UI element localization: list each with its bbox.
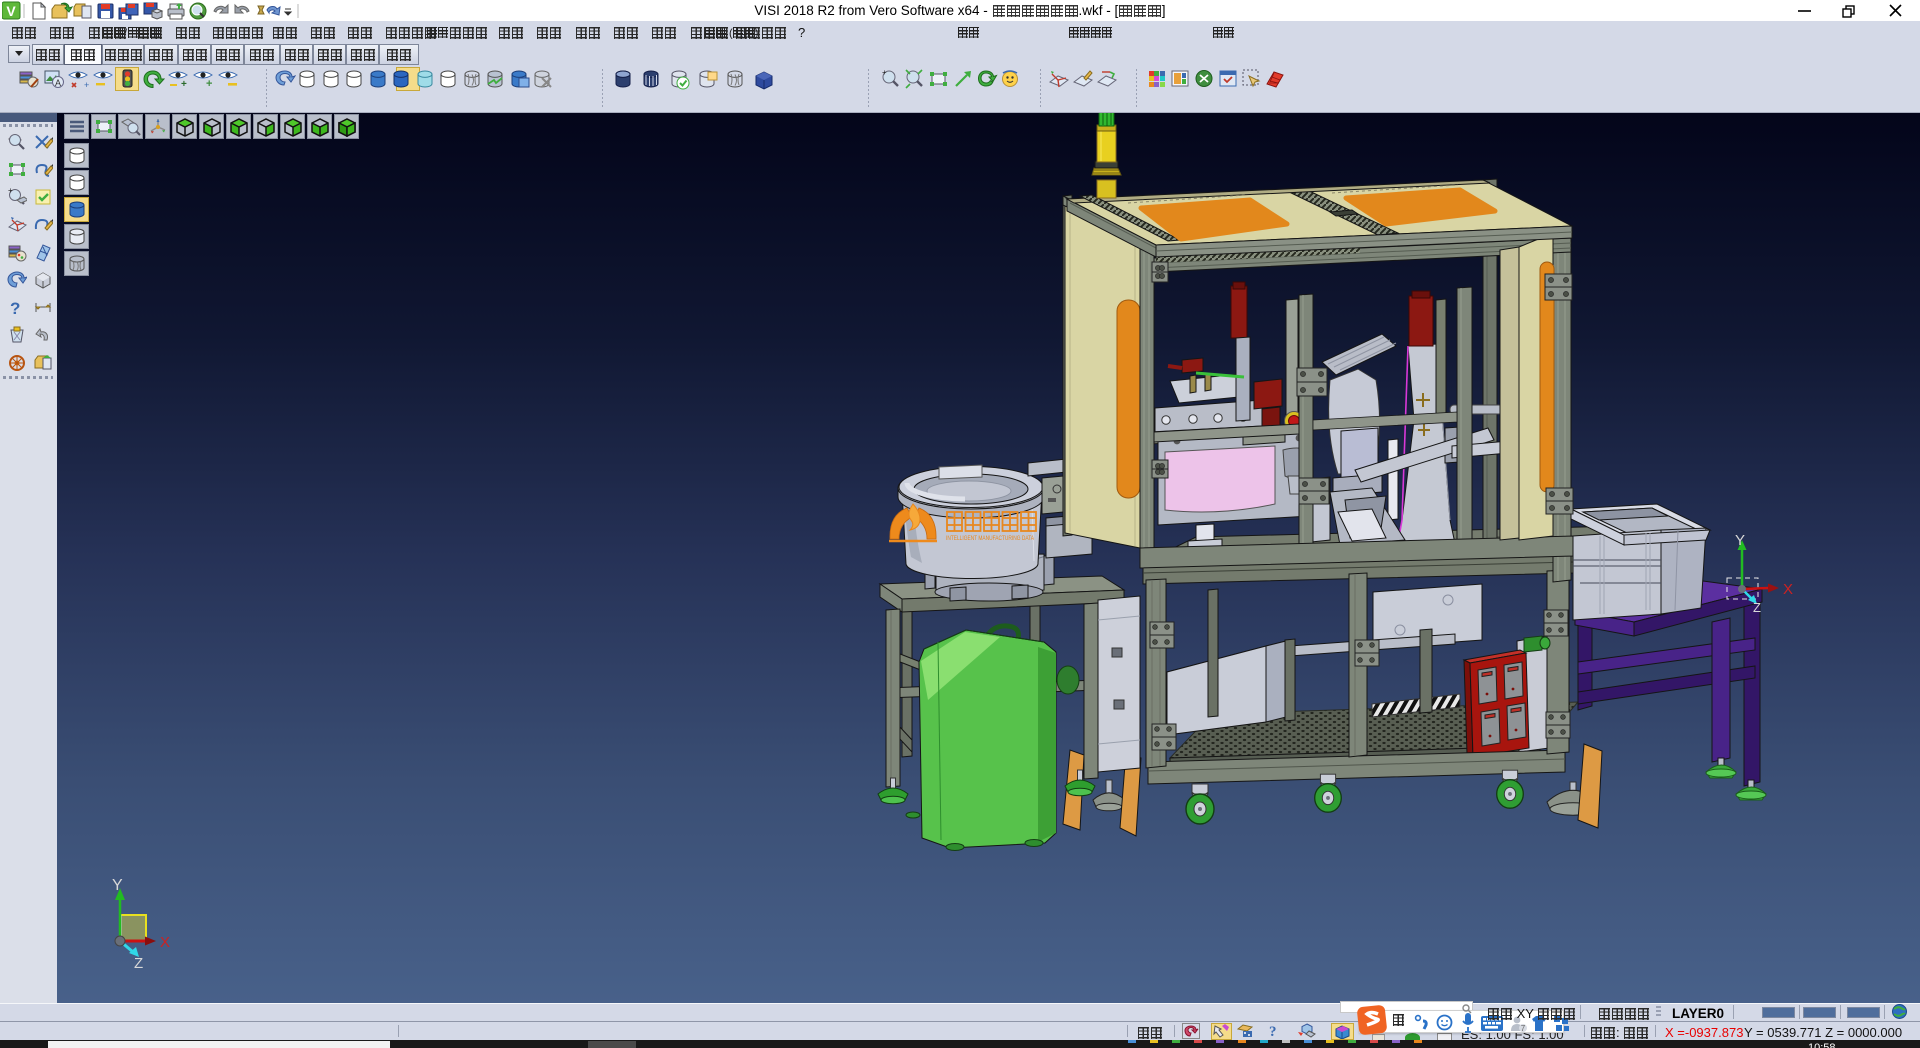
svg-text:?: ? bbox=[10, 299, 20, 318]
svg-text:+: + bbox=[882, 68, 887, 77]
svg-text:+: + bbox=[8, 187, 13, 195]
svg-text:X: X bbox=[160, 934, 170, 951]
svg-text:Z: Z bbox=[1753, 600, 1761, 615]
svg-text:X: X bbox=[1783, 581, 1793, 598]
svg-text:+: + bbox=[206, 78, 212, 90]
svg-text:A: A bbox=[55, 78, 61, 88]
svg-text:+: + bbox=[84, 80, 89, 90]
svg-text:V: V bbox=[6, 3, 16, 19]
svg-text:Z: Z bbox=[134, 955, 143, 972]
svg-text:Y: Y bbox=[1735, 532, 1745, 549]
svg-text:+: + bbox=[181, 79, 187, 90]
svg-text:INTELLIGENT MANUFACTURING DATA: INTELLIGENT MANUFACTURING DATA bbox=[946, 535, 1035, 542]
svg-text:7: 7 bbox=[1521, 1024, 1526, 1033]
svg-text:Y: Y bbox=[112, 877, 123, 894]
